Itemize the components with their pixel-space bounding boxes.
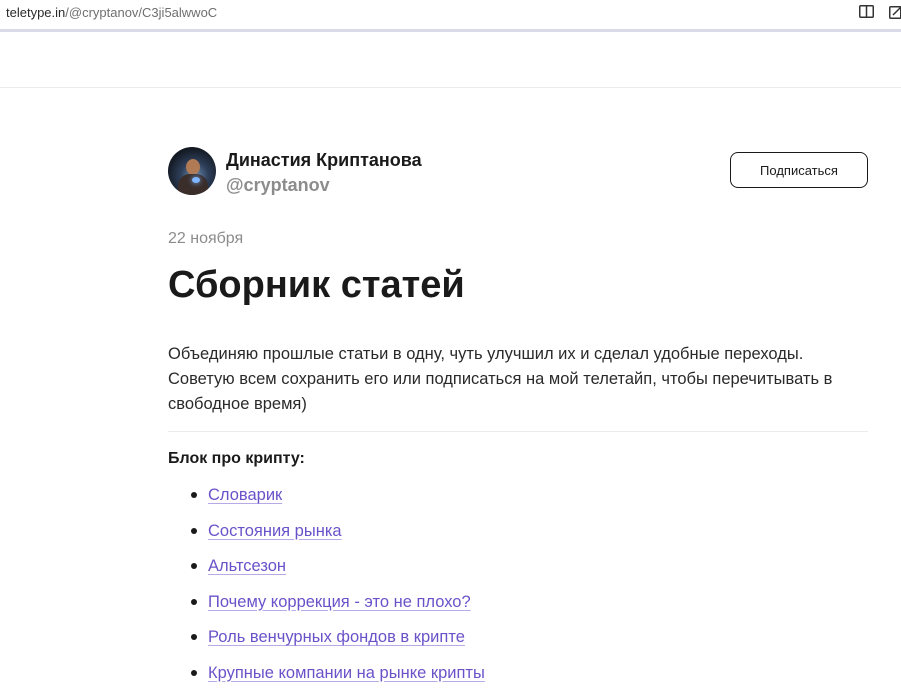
address-bar[interactable]: teletype.in/@cryptanov/C3ji5alwwoC (0, 0, 901, 32)
article-link-venture-funds[interactable]: Роль венчурных фондов в крипте (208, 628, 465, 646)
article-link-market-states[interactable]: Состояния рынка (208, 522, 342, 540)
site-header (0, 35, 901, 88)
avatar-glow (192, 177, 200, 183)
article-link-big-companies[interactable]: Крупные компании на рынке крипты (208, 664, 485, 682)
url-text[interactable]: teletype.in/@cryptanov/C3ji5alwwoC (6, 5, 217, 20)
reader-view-icon[interactable] (859, 5, 874, 18)
list-item: Словарик (168, 482, 485, 518)
section-heading: Блок про крипту: (168, 450, 305, 468)
article-link-correction[interactable]: Почему коррекция - это не плохо? (208, 593, 471, 611)
divider (168, 431, 868, 432)
list-item: Альтсезон (168, 553, 485, 589)
article-link-list: Словарик Состояния рынка Альтсезон Почем… (168, 482, 485, 695)
url-path: /@cryptanov/C3ji5alwwoC (65, 5, 217, 20)
article-intro: Объединяю прошлые статьи в одну, чуть ул… (168, 342, 868, 417)
list-item: Роль венчурных фондов в крипте (168, 624, 485, 660)
publish-date: 22 ноября (168, 230, 243, 248)
edit-icon[interactable] (889, 5, 901, 19)
author-handle[interactable]: @cryptanov (226, 175, 330, 196)
article-link-dictionary[interactable]: Словарик (208, 486, 282, 504)
subscribe-button[interactable]: Подписаться (730, 152, 868, 188)
avatar-face (186, 159, 200, 175)
list-item: Почему коррекция - это не плохо? (168, 589, 485, 625)
article-title: Сборник статей (168, 264, 465, 307)
list-item: Состояния рынка (168, 518, 485, 554)
avatar[interactable] (168, 147, 216, 195)
article-link-altseason[interactable]: Альтсезон (208, 557, 286, 575)
author-name[interactable]: Династия Криптанова (226, 150, 422, 171)
url-host: teletype.in (6, 5, 65, 20)
list-item: Крупные компании на рынке крипты (168, 660, 485, 695)
